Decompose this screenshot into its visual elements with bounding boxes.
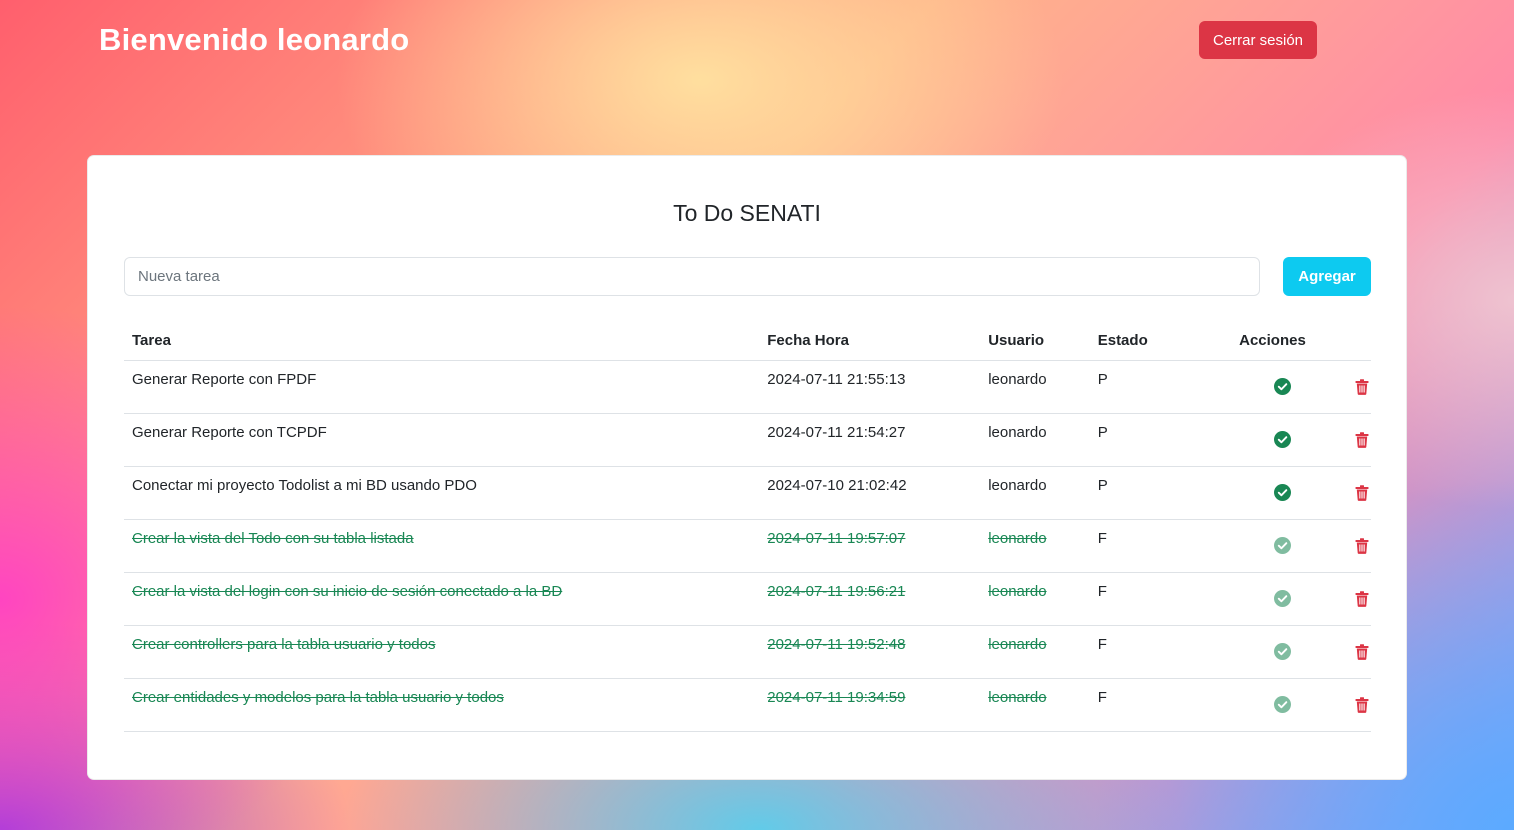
task-user: leonardo <box>980 625 1090 679</box>
task-actions <box>1173 413 1371 467</box>
task-title: Crear la vista del Todo con su tabla lis… <box>124 519 760 573</box>
add-task-button[interactable]: Agregar <box>1283 257 1371 296</box>
task-datetime: 2024-07-11 19:52:48 <box>759 625 981 679</box>
todo-card: To Do SENATI Agregar Tarea Fecha Hora Us… <box>87 155 1407 780</box>
task-title: Generar Reporte con TCPDF <box>124 413 760 467</box>
table-row: Crear la vista del login con su inicio d… <box>124 572 1371 626</box>
column-header-tarea: Tarea <box>124 321 760 361</box>
table-row: Crear controllers para la tabla usuario … <box>124 625 1371 679</box>
task-datetime: 2024-07-11 19:57:07 <box>759 519 981 573</box>
task-title: Conectar mi proyecto Todolist a mi BD us… <box>124 466 760 520</box>
column-header-usuario: Usuario <box>980 321 1090 361</box>
task-user: leonardo <box>980 678 1090 732</box>
task-actions <box>1173 466 1371 520</box>
column-header-acciones: Acciones <box>1173 321 1371 361</box>
task-actions <box>1173 572 1371 626</box>
table-header-row: Tarea Fecha Hora Usuario Estado Acciones <box>124 321 1371 361</box>
task-title: Crear entidades y modelos para la tabla … <box>124 678 760 732</box>
table-row: Crear entidades y modelos para la tabla … <box>124 678 1371 732</box>
task-title: Crear la vista del login con su inicio d… <box>124 572 760 626</box>
card-title: To Do SENATI <box>673 200 821 226</box>
check-circle-icon[interactable] <box>1274 431 1292 449</box>
task-status: P <box>1089 413 1174 467</box>
check-circle-icon[interactable] <box>1274 378 1292 396</box>
table-row: Crear la vista del Todo con su tabla lis… <box>124 519 1371 573</box>
task-user: leonardo <box>980 572 1090 626</box>
new-task-input[interactable] <box>124 257 1260 296</box>
task-user: leonardo <box>980 519 1090 573</box>
check-circle-icon[interactable] <box>1274 696 1292 714</box>
trash-icon[interactable] <box>1353 643 1371 661</box>
task-user: leonardo <box>980 466 1090 520</box>
trash-icon[interactable] <box>1353 590 1371 608</box>
logout-button[interactable]: Cerrar sesión <box>1199 21 1317 59</box>
task-actions <box>1173 678 1371 732</box>
check-circle-icon[interactable] <box>1274 484 1292 502</box>
task-status: F <box>1089 678 1174 732</box>
check-circle-icon[interactable] <box>1274 537 1292 555</box>
table-row: Generar Reporte con TCPDF 2024-07-11 21:5… <box>124 413 1371 467</box>
task-actions <box>1173 519 1371 573</box>
task-status: F <box>1089 519 1174 573</box>
trash-icon[interactable] <box>1353 696 1371 714</box>
check-circle-icon[interactable] <box>1274 643 1292 661</box>
task-user: leonardo <box>980 413 1090 467</box>
table-row: Conectar mi proyecto Todolist a mi BD us… <box>124 466 1371 520</box>
task-datetime: 2024-07-11 19:56:21 <box>759 572 981 626</box>
trash-icon[interactable] <box>1353 537 1371 555</box>
task-datetime: 2024-07-11 21:54:27 <box>759 413 981 467</box>
task-actions <box>1173 625 1371 679</box>
trash-icon[interactable] <box>1353 431 1371 449</box>
welcome-heading: Bienvenido leonardo <box>99 22 410 57</box>
table-row: Generar Reporte con FPDF 2024-07-11 21:55… <box>124 360 1371 414</box>
column-header-fecha-hora: Fecha Hora <box>759 321 981 361</box>
task-status: F <box>1089 572 1174 626</box>
task-datetime: 2024-07-11 21:55:13 <box>759 360 981 414</box>
trash-icon[interactable] <box>1353 484 1371 502</box>
trash-icon[interactable] <box>1353 378 1371 396</box>
check-circle-icon[interactable] <box>1274 590 1292 608</box>
task-actions <box>1173 360 1371 414</box>
task-status: F <box>1089 625 1174 679</box>
task-status: P <box>1089 466 1174 520</box>
column-header-estado: Estado <box>1089 321 1174 361</box>
task-title: Crear controllers para la tabla usuario … <box>124 625 760 679</box>
tasks-table: Tarea Fecha Hora Usuario Estado Acciones… <box>124 321 1371 732</box>
task-status: P <box>1089 360 1174 414</box>
task-datetime: 2024-07-11 19:34:59 <box>759 678 981 732</box>
task-title: Generar Reporte con FPDF <box>124 360 760 414</box>
task-datetime: 2024-07-10 21:02:42 <box>759 466 981 520</box>
task-user: leonardo <box>980 360 1090 414</box>
